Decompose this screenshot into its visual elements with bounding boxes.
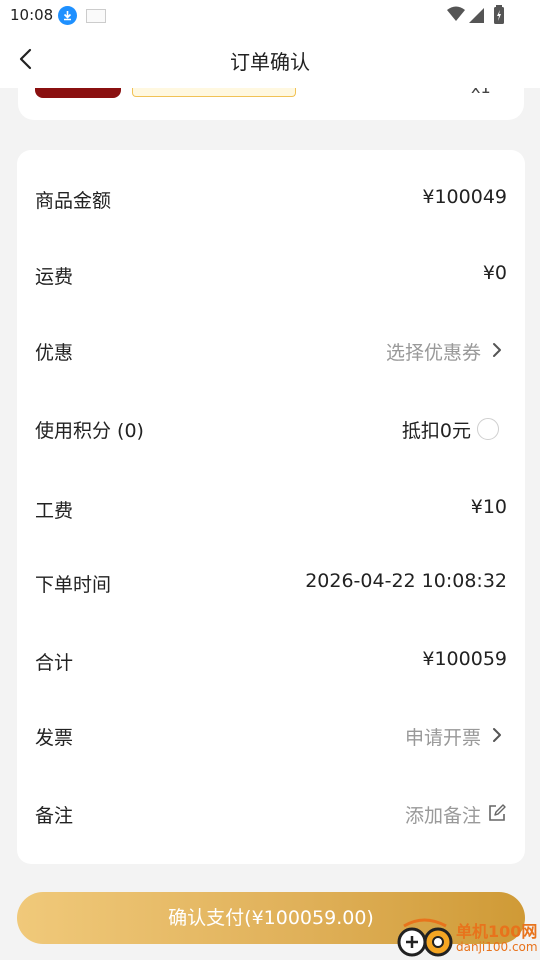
labor-fee-value: ¥10 — [470, 496, 507, 518]
row-points: 使用积分 (0) 抵扣0元 — [17, 408, 525, 448]
product-amount-label: 商品金额 — [35, 190, 112, 212]
watermark-logo-icon — [397, 918, 453, 957]
row-total: 合计 ¥100059 — [17, 640, 525, 680]
watermark-url: danji100.com — [456, 940, 538, 954]
product-quantity: x1 — [471, 88, 491, 97]
header: 订单确认 — [0, 32, 540, 88]
remark-label: 备注 — [35, 805, 74, 827]
points-label: 使用积分 (0) — [35, 420, 144, 442]
order-time-value: 2026-04-22 10:08:32 — [305, 570, 507, 592]
select-coupon-link[interactable]: 选择优惠券 — [386, 338, 481, 365]
row-labor-fee: 工费 ¥10 — [17, 488, 525, 528]
row-product-amount: 商品金额 ¥100049 — [17, 178, 525, 218]
row-discount[interactable]: 优惠 选择优惠券 — [17, 330, 525, 370]
signal-icon — [469, 8, 484, 23]
add-remark-link[interactable]: 添加备注 — [405, 801, 481, 828]
product-tag — [132, 88, 296, 97]
watermark-title: 单机100网 — [456, 922, 538, 941]
row-shipping: 运费 ¥0 — [17, 254, 525, 294]
chevron-right-icon[interactable] — [489, 341, 505, 359]
battery-icon — [494, 5, 504, 24]
total-value: ¥100059 — [422, 648, 507, 670]
product-image — [35, 88, 121, 98]
shipping-label: 运费 — [35, 266, 74, 288]
page-title: 订单确认 — [230, 50, 310, 74]
product-amount-value: ¥100049 — [422, 186, 507, 208]
shipping-value: ¥0 — [482, 262, 507, 284]
status-bar: 10:08 — [0, 0, 540, 32]
row-remark[interactable]: 备注 添加备注 — [17, 793, 525, 833]
order-info-card: 商品金额 ¥100049 运费 ¥0 优惠 选择优惠券 使用积分 (0) 抵扣0… — [17, 150, 525, 864]
points-deduction-value: 抵扣0元 — [401, 420, 471, 442]
watermark: 单机100网 danji100.com — [390, 916, 540, 960]
row-order-time: 下单时间 2026-04-22 10:08:32 — [17, 562, 525, 602]
wifi-icon — [447, 6, 465, 21]
discount-label: 优惠 — [35, 342, 74, 364]
total-label: 合计 — [35, 652, 74, 674]
edit-icon[interactable] — [487, 803, 507, 823]
product-card: x1 — [18, 88, 524, 120]
order-time-label: 下单时间 — [35, 574, 112, 596]
row-invoice[interactable]: 发票 申请开票 — [17, 715, 525, 755]
points-radio[interactable] — [477, 418, 499, 440]
request-invoice-link[interactable]: 申请开票 — [405, 723, 481, 750]
labor-fee-label: 工费 — [35, 500, 74, 522]
app-icon — [86, 9, 106, 23]
status-time: 10:08 — [10, 6, 54, 24]
invoice-label: 发票 — [35, 727, 74, 749]
chevron-right-icon[interactable] — [489, 726, 505, 744]
download-icon — [58, 6, 77, 25]
